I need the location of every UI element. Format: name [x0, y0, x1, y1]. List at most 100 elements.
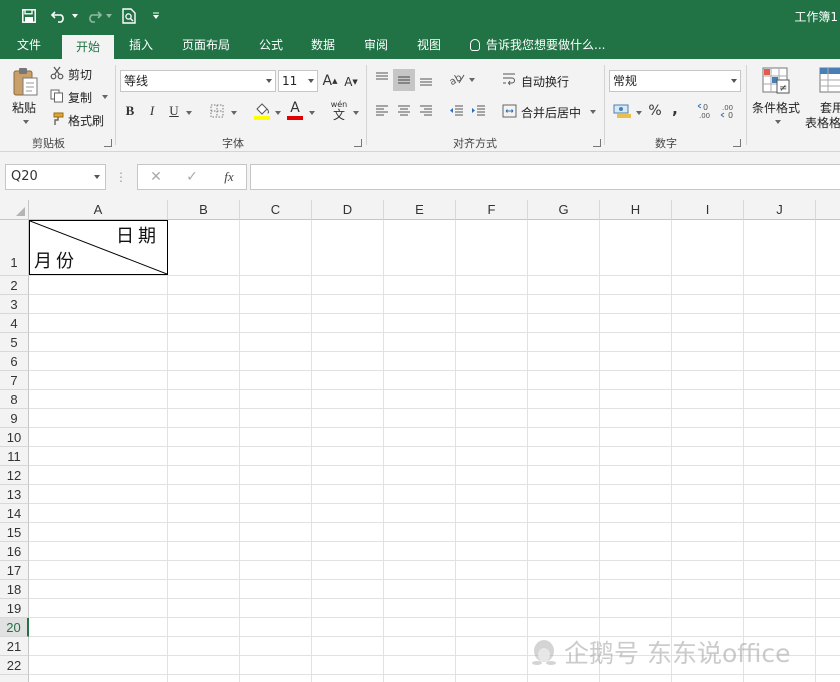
tab-data[interactable]: 数据 — [302, 32, 344, 59]
underline-dropdown-icon[interactable] — [186, 111, 192, 115]
copy-icon[interactable] — [50, 89, 64, 103]
tab-view[interactable]: 视图 — [408, 32, 450, 59]
underline-button[interactable]: U — [166, 102, 182, 120]
column-header-k[interactable] — [816, 200, 840, 220]
name-box[interactable]: Q20 — [5, 164, 106, 190]
accounting-format-icon[interactable] — [612, 100, 634, 122]
shrink-font-icon[interactable]: A ▼ — [344, 73, 358, 91]
redo-dropdown-icon[interactable] — [106, 14, 112, 18]
row-header-9[interactable]: 9 — [0, 409, 29, 428]
column-header-e[interactable]: E — [384, 200, 456, 220]
font-name-select[interactable]: 等线 — [120, 70, 276, 92]
number-launcher-icon[interactable] — [733, 139, 741, 147]
tab-insert[interactable]: 插入 — [120, 32, 162, 59]
redo-icon[interactable] — [84, 0, 104, 32]
conditional-format-icon[interactable]: ≠ — [760, 65, 792, 97]
increase-indent-icon[interactable] — [470, 102, 486, 120]
phonetic-dropdown-icon[interactable] — [353, 111, 359, 115]
row-header-12[interactable]: 12 — [0, 466, 29, 485]
paste-dropdown-icon[interactable] — [23, 120, 29, 124]
italic-button[interactable]: I — [144, 102, 160, 120]
merge-center-icon[interactable] — [501, 103, 517, 119]
worksheet-grid[interactable]: A B C D E F G H I J 1 2 3 4 5 6 7 8 9 10… — [0, 200, 840, 682]
number-format-select[interactable]: 常规 — [609, 70, 741, 92]
accounting-dropdown-icon[interactable] — [636, 111, 642, 115]
row-header-15[interactable]: 15 — [0, 523, 29, 542]
insert-function-icon[interactable]: fx — [218, 168, 240, 186]
copy-dropdown-icon[interactable] — [102, 95, 108, 99]
increase-decimal-icon[interactable]: 0.00 — [697, 101, 717, 121]
bottom-align-icon[interactable] — [418, 71, 434, 89]
row-header-7[interactable]: 7 — [0, 371, 29, 390]
format-painter-button[interactable]: 格式刷 — [68, 112, 104, 129]
paste-button[interactable]: 粘贴 — [12, 99, 36, 116]
row-header-14[interactable]: 14 — [0, 504, 29, 523]
font-launcher-icon[interactable] — [354, 139, 362, 147]
row-header-16[interactable]: 16 — [0, 542, 29, 561]
row-header-1[interactable]: 1 — [0, 220, 29, 276]
row-header-19[interactable]: 19 — [0, 599, 29, 618]
bold-button[interactable]: B — [122, 102, 138, 120]
percent-style-button[interactable]: % — [646, 101, 664, 121]
row-header-20[interactable]: 20 — [0, 618, 29, 637]
orientation-dropdown-icon[interactable] — [469, 78, 475, 82]
column-header-d[interactable]: D — [312, 200, 384, 220]
wrap-text-icon[interactable] — [501, 71, 517, 87]
cancel-entry-icon[interactable]: ✕ — [147, 168, 165, 186]
middle-align-icon[interactable] — [393, 69, 415, 91]
row-header-2[interactable]: 2 — [0, 276, 29, 295]
font-color-icon[interactable]: A — [286, 99, 304, 121]
merge-center-button[interactable]: 合并后居中 — [521, 104, 581, 121]
confirm-entry-icon[interactable]: ✓ — [183, 168, 201, 186]
row-header-5[interactable]: 5 — [0, 333, 29, 352]
tab-home[interactable]: 开始 — [62, 35, 114, 59]
select-all-corner[interactable] — [0, 200, 29, 220]
undo-dropdown-icon[interactable] — [72, 14, 78, 18]
customize-icon[interactable] — [148, 0, 164, 32]
format-as-table-icon[interactable] — [818, 65, 840, 97]
column-header-b[interactable]: B — [168, 200, 240, 220]
decrease-decimal-icon[interactable]: .00 0 — [720, 101, 740, 121]
row-header-11[interactable]: 11 — [0, 447, 29, 466]
font-color-dropdown-icon[interactable] — [309, 111, 315, 115]
row-header-17[interactable]: 17 — [0, 561, 29, 580]
top-align-icon[interactable] — [374, 69, 390, 87]
merge-dropdown-icon[interactable] — [590, 110, 596, 114]
print-preview-icon[interactable] — [118, 0, 140, 32]
align-right-icon[interactable] — [418, 102, 434, 120]
undo-icon[interactable] — [48, 0, 70, 32]
row-header-3[interactable]: 3 — [0, 295, 29, 314]
decrease-indent-icon[interactable] — [448, 102, 464, 120]
column-header-j[interactable]: J — [744, 200, 816, 220]
cell-a1[interactable]: 日期 月份 — [29, 220, 168, 275]
comma-style-button[interactable]: , — [668, 99, 682, 119]
alignment-launcher-icon[interactable] — [593, 139, 601, 147]
fill-color-icon[interactable] — [252, 100, 272, 122]
font-size-select[interactable]: 11 — [278, 70, 318, 92]
clipboard-launcher-icon[interactable] — [104, 139, 112, 147]
row-header-21[interactable]: 21 — [0, 637, 29, 656]
conditional-format-dropdown-icon[interactable] — [775, 120, 781, 124]
tab-page-layout[interactable]: 页面布局 — [174, 32, 238, 59]
fill-color-dropdown-icon[interactable] — [275, 111, 281, 115]
row-header-22[interactable]: 22 — [0, 656, 29, 675]
align-center-icon[interactable] — [396, 102, 412, 120]
tab-file[interactable]: 文件 — [6, 32, 52, 59]
tab-formulas[interactable]: 公式 — [250, 32, 292, 59]
row-header-13[interactable]: 13 — [0, 485, 29, 504]
column-header-c[interactable]: C — [240, 200, 312, 220]
format-as-table-label-2[interactable]: 表格格式 — [805, 114, 840, 131]
column-header-i[interactable]: I — [672, 200, 744, 220]
format-painter-icon[interactable] — [50, 112, 64, 126]
row-header-4[interactable]: 4 — [0, 314, 29, 333]
wrap-text-button[interactable]: 自动换行 — [521, 73, 569, 90]
orientation-icon[interactable]: ab — [448, 69, 466, 87]
row-header-18[interactable]: 18 — [0, 580, 29, 599]
borders-dropdown-icon[interactable] — [231, 111, 237, 115]
save-icon[interactable] — [18, 0, 40, 32]
phonetic-guide-icon[interactable]: wén 文 — [329, 99, 349, 121]
borders-icon[interactable] — [209, 102, 225, 120]
align-left-icon[interactable] — [374, 102, 390, 120]
paste-icon[interactable] — [10, 65, 42, 99]
column-header-f[interactable]: F — [456, 200, 528, 220]
